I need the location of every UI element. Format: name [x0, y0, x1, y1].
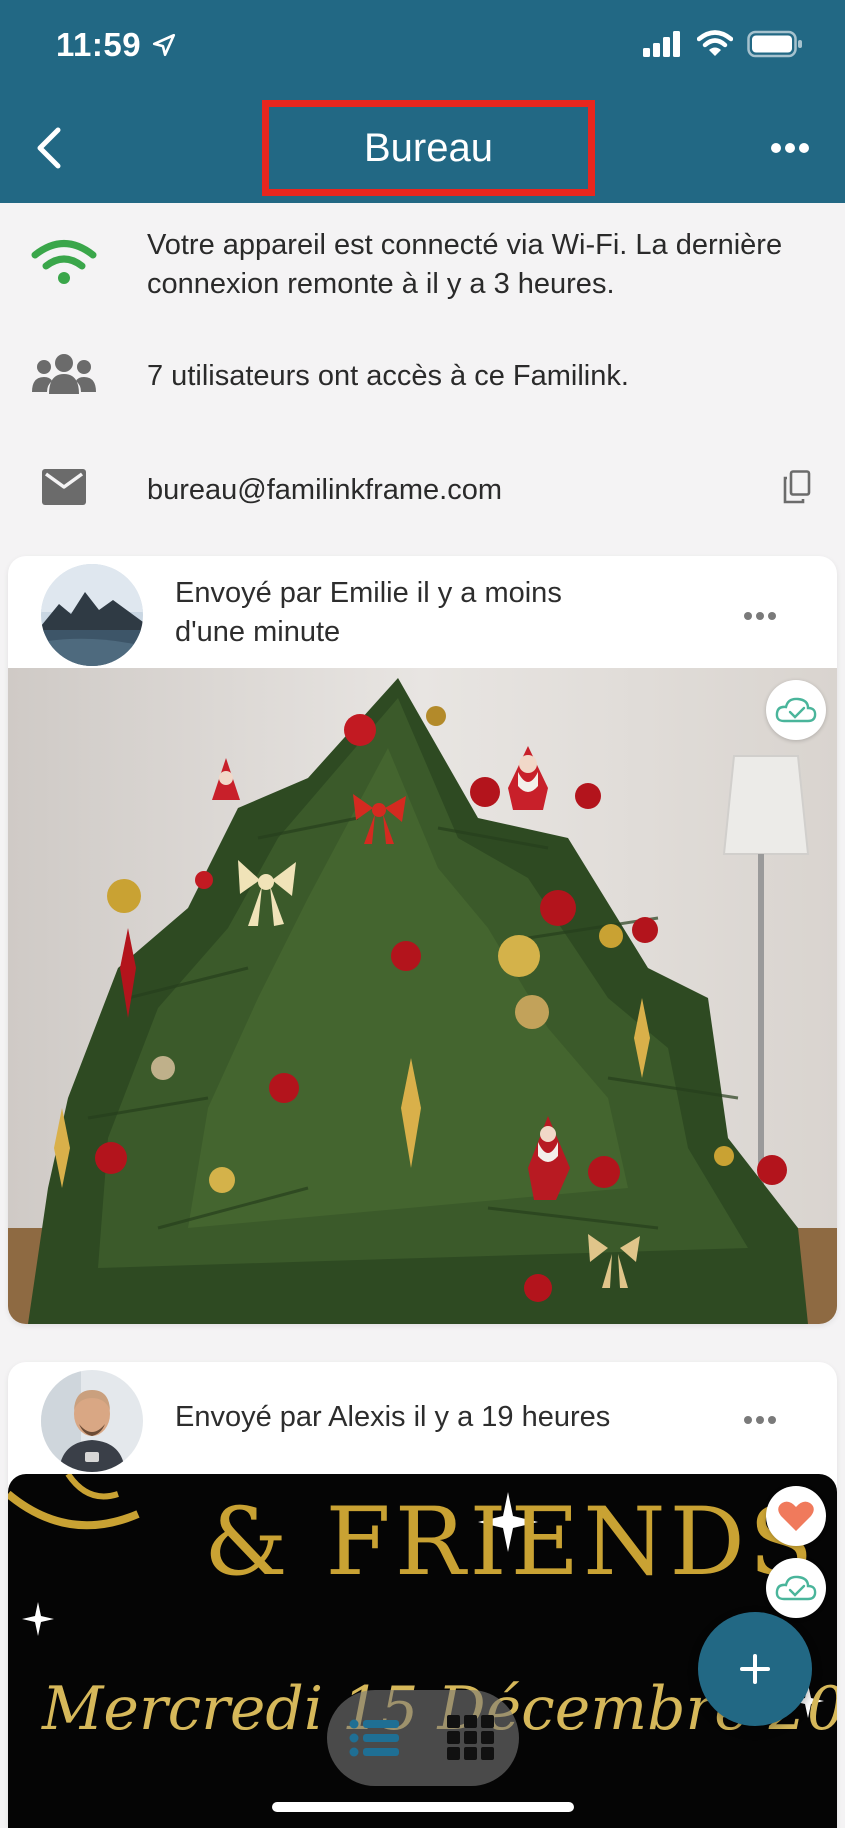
status-time-text: 11:59 [56, 26, 142, 63]
post-sender-text: Envoyé par Alexis il y a 19 heures [175, 1401, 611, 1433]
more-horizontal-icon [744, 1416, 776, 1424]
post-more-button[interactable] [743, 1412, 777, 1430]
avatar[interactable] [41, 1370, 143, 1472]
wifi-status-text: Votre appareil est connecté via Wi-Fi. L… [147, 229, 783, 300]
status-bar-time: 11:59 [56, 26, 177, 64]
heart-icon [778, 1501, 814, 1531]
email-row: bureau@familinkframe.com [0, 466, 845, 516]
plus-icon [740, 1654, 770, 1684]
chevron-left-icon [37, 127, 61, 169]
like-button[interactable] [766, 1486, 826, 1546]
mail-icon [30, 469, 98, 505]
header-more-button[interactable] [765, 128, 815, 168]
post-more-button[interactable] [743, 608, 777, 626]
battery-icon [747, 30, 802, 58]
avatar[interactable] [41, 564, 143, 666]
users-access-text: 7 utilisateurs ont accès à ce Familink. [147, 360, 629, 392]
users-icon [30, 352, 98, 398]
post-sender-text: Envoyé par Emilie il y a moins d'une min… [175, 577, 562, 648]
cloud-check-icon [775, 697, 817, 723]
add-photo-button[interactable] [698, 1612, 812, 1726]
users-row: 7 utilisateurs ont accès à ce Familink. [0, 352, 845, 402]
cloud-sync-badge [766, 1558, 826, 1618]
post-card[interactable]: Envoyé par Emilie il y a moins d'une min… [8, 556, 837, 1324]
location-arrow-icon [153, 33, 176, 57]
list-view-icon [349, 1719, 399, 1757]
copy-icon[interactable] [783, 470, 811, 509]
grid-view-icon [447, 1715, 494, 1760]
cloud-sync-badge [766, 680, 826, 740]
wifi-status-icon [697, 30, 733, 56]
post-header: Envoyé par Alexis il y a 19 heures [8, 1362, 837, 1474]
nav-header: 11:59 Bureau [0, 0, 845, 203]
view-mode-toggle [327, 1690, 519, 1786]
back-button[interactable] [26, 118, 70, 178]
more-horizontal-icon [744, 612, 776, 620]
cloud-check-icon [775, 1575, 817, 1601]
post-header: Envoyé par Emilie il y a moins d'une min… [8, 556, 837, 668]
title-highlight-box: Bureau [262, 100, 595, 196]
page-title: Bureau [364, 125, 493, 170]
grid-view-button[interactable] [423, 1690, 519, 1786]
list-view-button[interactable] [327, 1690, 423, 1786]
email-address-text[interactable]: bureau@familinkframe.com [147, 471, 502, 510]
wifi-icon [30, 238, 98, 286]
home-indicator [272, 1802, 574, 1812]
status-bar-icons [643, 30, 803, 58]
more-horizontal-icon [771, 143, 809, 153]
friends-photo-text: & FRIENDS [204, 1488, 818, 1597]
post-photo-christmas-tree[interactable] [8, 668, 837, 1324]
cellular-signal-icon [643, 31, 680, 57]
wifi-status-row: Votre appareil est connecté via Wi-Fi. L… [0, 222, 845, 312]
